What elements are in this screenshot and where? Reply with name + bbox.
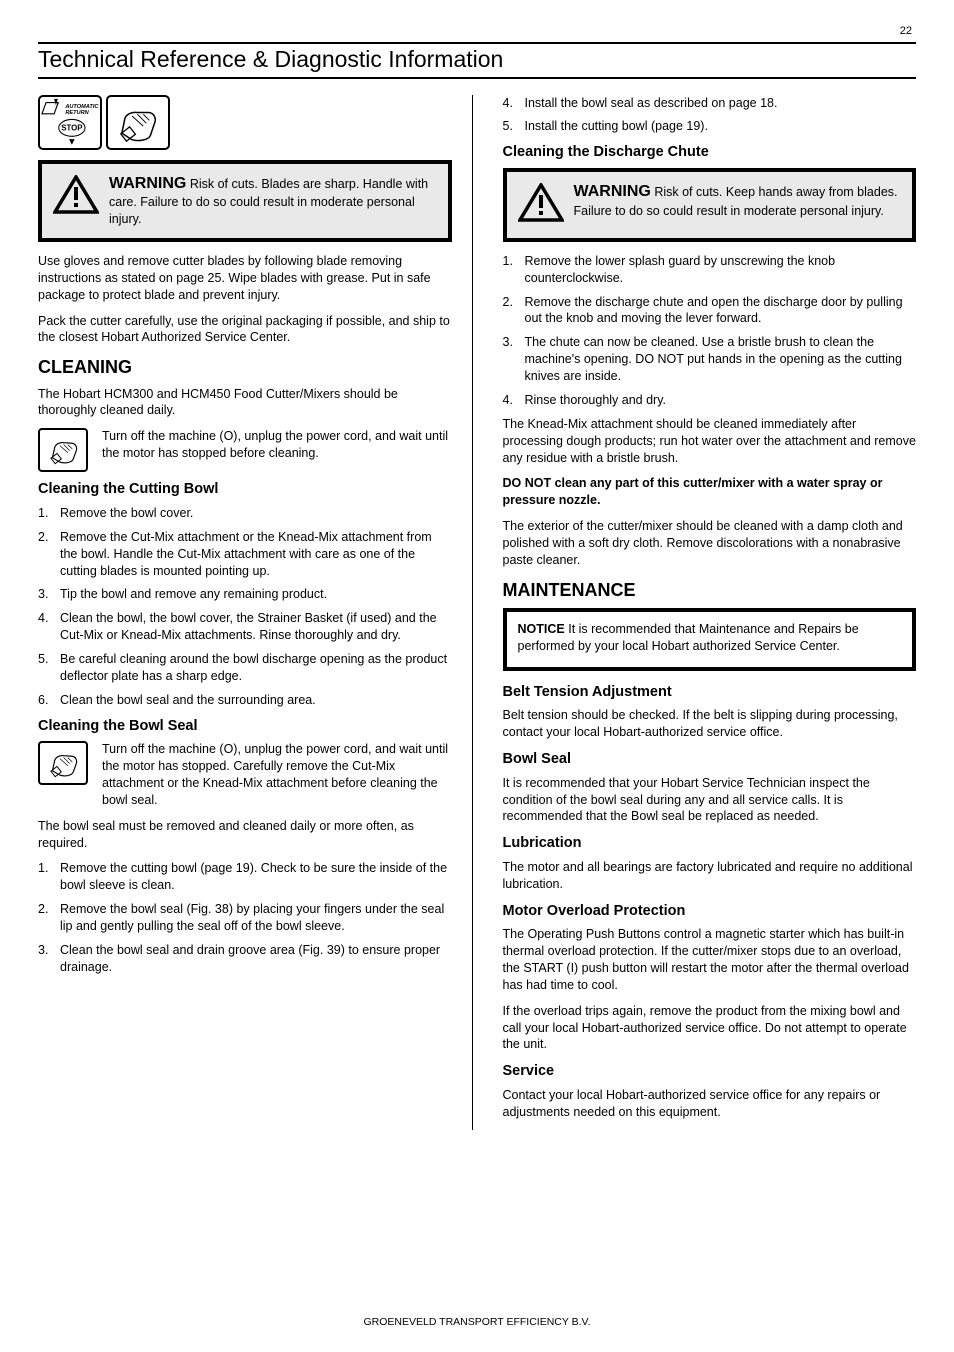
- glove-instructions-para: Use gloves and remove cutter blades by f…: [38, 253, 452, 304]
- list-item: Be careful cleaning around the bowl disc…: [38, 651, 452, 685]
- list-item: Remove the discharge chute and open the …: [503, 294, 917, 328]
- lubrication-heading: Lubrication: [503, 834, 917, 854]
- list-item: Remove the lower splash guard by unscrew…: [503, 253, 917, 287]
- list-item: Install the cutting bowl (page 19).: [503, 118, 917, 135]
- motor-overload-para1: The Operating Push Buttons control a mag…: [503, 926, 917, 994]
- clean-chute-steps: Remove the lower splash guard by unscrew…: [503, 253, 917, 409]
- belt-tension-heading: Belt Tension Adjustment: [503, 683, 917, 703]
- warning-triangle-icon: [518, 181, 564, 228]
- list-item: Tip the bowl and remove any remaining pr…: [38, 586, 452, 603]
- return-text: RETURN: [65, 110, 89, 116]
- notice-title: NOTICE: [518, 622, 565, 636]
- bowl-seal-heading: Bowl Seal: [503, 750, 917, 770]
- list-item: Clean the bowl, the bowl cover, the Stra…: [38, 610, 452, 644]
- warning-box-hands: WARNING Risk of cuts. Keep hands away fr…: [503, 168, 917, 242]
- clean-daily-para: The Hobart HCM300 and HCM450 Food Cutter…: [38, 386, 452, 420]
- motor-overload-heading: Motor Overload Protection: [503, 902, 917, 922]
- warning-text: WARNING Risk of cuts. Keep hands away fr…: [574, 181, 902, 228]
- list-item: Clean the bowl seal and the surrounding …: [38, 692, 452, 709]
- glove-icon: [38, 741, 88, 785]
- list-item: Remove the bowl seal (Fig. 38) by placin…: [38, 901, 452, 935]
- list-item: Remove the bowl cover.: [38, 505, 452, 522]
- list-item: Remove the Cut-Mix attachment or the Kne…: [38, 529, 452, 580]
- turn-off-text-1: Turn off the machine (O), unplug the pow…: [102, 428, 452, 462]
- notice-box: NOTICE It is recommended that Maintenanc…: [503, 608, 917, 671]
- list-item: Remove the cutting bowl (page 19). Check…: [38, 860, 452, 894]
- notice-body: It is recommended that Maintenance and R…: [518, 622, 859, 653]
- list-item: Install the bowl seal as described on pa…: [503, 95, 917, 112]
- clean-seal-heading: Cleaning the Bowl Seal: [38, 717, 452, 737]
- no-pressure-wash-para: DO NOT clean any part of this cutter/mix…: [503, 475, 917, 509]
- turn-off-text-2: Turn off the machine (O), unplug the pow…: [102, 741, 452, 809]
- service-para: Contact your local Hobart-authorized ser…: [503, 1087, 917, 1121]
- warning-title: WARNING: [109, 175, 186, 192]
- clean-seal-steps: Remove the cutting bowl (page 19). Check…: [38, 860, 452, 975]
- lubrication-para: The motor and all bearings are factory l…: [503, 859, 917, 893]
- bowl-seal-para: It is recommended that your Hobart Servi…: [503, 775, 917, 826]
- glove-icon: [106, 95, 170, 150]
- warning-text: WARNING Risk of cuts. Blades are sharp. …: [109, 173, 437, 228]
- warning-title: WARNING: [574, 183, 651, 200]
- page-title: Technical Reference & Diagnostic Informa…: [38, 44, 916, 77]
- page-number: 22: [900, 24, 912, 39]
- pack-ship-para: Pack the cutter carefully, use the origi…: [38, 313, 452, 347]
- warning-box-cuts: WARNING Risk of cuts. Blades are sharp. …: [38, 160, 452, 242]
- left-column: AUTOMATIC RETURN STOP: [38, 95, 472, 1130]
- maintenance-heading: MAINTENANCE: [503, 578, 917, 602]
- clean-bowl-steps: Remove the bowl cover. Remove the Cut-Mi…: [38, 505, 452, 709]
- symbol-icons-row: AUTOMATIC RETURN STOP: [38, 95, 452, 150]
- seal-daily-para: The bowl seal must be removed and cleane…: [38, 818, 452, 852]
- stop-text: STOP: [61, 124, 82, 133]
- header-rule-bottom: [38, 77, 916, 79]
- two-column-layout: AUTOMATIC RETURN STOP: [38, 95, 916, 1130]
- knead-clean-para: The Knead-Mix attachment should be clean…: [503, 416, 917, 467]
- list-item: The chute can now be cleaned. Use a bris…: [503, 334, 917, 385]
- list-item: Rinse thoroughly and dry.: [503, 392, 917, 409]
- footer-text: GROENEVELD TRANSPORT EFFICIENCY B.V.: [0, 1315, 954, 1329]
- motor-overload-para2: If the overload trips again, remove the …: [503, 1003, 917, 1054]
- cleaning-heading: CLEANING: [38, 355, 452, 379]
- auto-return-stop-icon: AUTOMATIC RETURN STOP: [38, 95, 102, 150]
- list-item: Clean the bowl seal and drain groove are…: [38, 942, 452, 976]
- clean-bowl-heading: Cleaning the Cutting Bowl: [38, 480, 452, 500]
- exterior-clean-para: The exterior of the cutter/mixer should …: [503, 518, 917, 569]
- clean-chute-heading: Cleaning the Discharge Chute: [503, 143, 917, 163]
- clean-seal-steps-cont: Install the bowl seal as described on pa…: [503, 95, 917, 136]
- warning-triangle-icon: [53, 173, 99, 228]
- service-heading: Service: [503, 1062, 917, 1082]
- right-column: Install the bowl seal as described on pa…: [472, 95, 917, 1130]
- turn-off-note-1: Turn off the machine (O), unplug the pow…: [38, 428, 452, 472]
- belt-tension-para: Belt tension should be checked. If the b…: [503, 707, 917, 741]
- glove-icon: [38, 428, 88, 472]
- turn-off-note-2: Turn off the machine (O), unplug the pow…: [38, 741, 452, 818]
